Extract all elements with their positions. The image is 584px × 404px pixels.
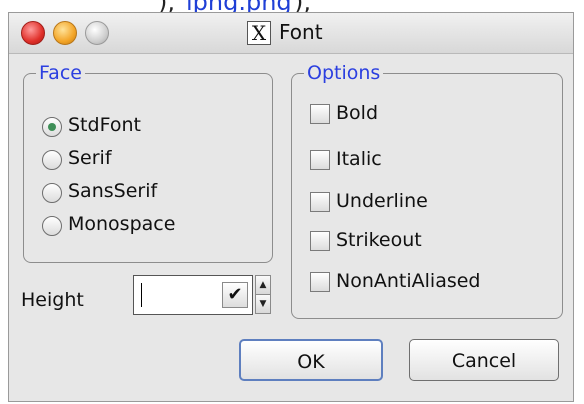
chevron-down-icon[interactable]: ✔ (222, 282, 248, 308)
checkbox-label: NonAntiAliased (336, 270, 481, 292)
checkbox[interactable] (310, 104, 330, 124)
checkbox-label: Bold (336, 102, 378, 124)
height-combobox[interactable]: ✔ (133, 275, 253, 315)
checkbox[interactable] (310, 231, 330, 251)
checkbox[interactable] (310, 272, 330, 292)
radio-button-checked[interactable] (42, 117, 62, 137)
font-dialog: X Font Face StdFont Serif SansSerif Mono… (8, 12, 574, 402)
radio-button[interactable] (42, 216, 62, 236)
radio-label: Serif (68, 147, 112, 169)
ok-button[interactable]: OK (239, 339, 383, 381)
close-window-button[interactable] (21, 21, 45, 45)
checkbox-label: Underline (336, 190, 428, 212)
checkbox[interactable] (310, 192, 330, 212)
radio-label: StdFont (68, 114, 141, 136)
text-caret (141, 283, 142, 307)
checkbox-label: Italic (336, 148, 382, 170)
options-group-legend: Options (304, 62, 384, 84)
window-title: Font (279, 20, 323, 44)
x-window-icon: X (247, 21, 271, 45)
radio-label: SansSerif (68, 180, 158, 202)
radio-label: Monospace (68, 213, 176, 235)
checkbox-label: Strikeout (336, 229, 422, 251)
face-group: Face StdFont Serif SansSerif Monospace (23, 62, 273, 263)
face-group-legend: Face (36, 62, 85, 84)
cancel-button[interactable]: Cancel (409, 339, 559, 381)
radio-button[interactable] (42, 150, 62, 170)
height-label: Height (21, 289, 84, 311)
title-bar[interactable]: X Font (9, 13, 573, 54)
radio-button[interactable] (42, 183, 62, 203)
spinner-up-icon[interactable]: ▲ (255, 275, 271, 295)
height-spinner[interactable]: ▲ ▼ (255, 275, 271, 314)
spinner-down-icon[interactable]: ▼ (255, 294, 271, 314)
options-group: Options Bold Italic Underline Strikeout … (291, 62, 563, 319)
checkbox[interactable] (310, 150, 330, 170)
minimize-window-button[interactable] (53, 21, 77, 45)
zoom-window-button[interactable] (85, 21, 109, 45)
